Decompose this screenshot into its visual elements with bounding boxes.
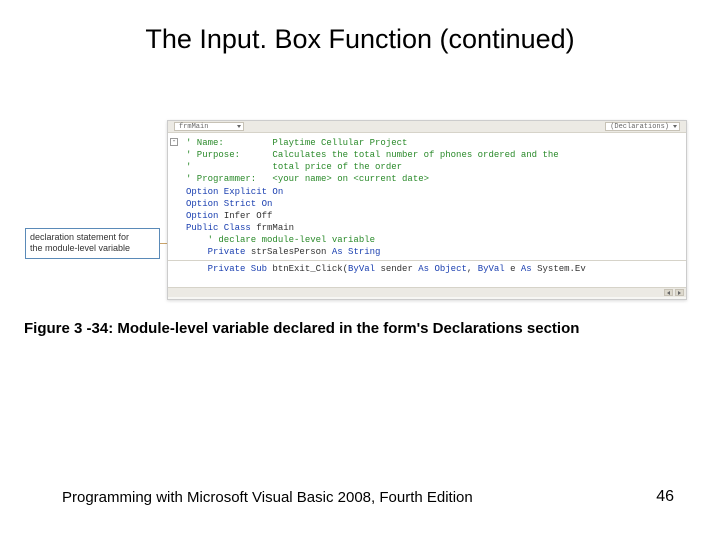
page-number: 46 — [656, 488, 674, 506]
member-dropdown[interactable]: (Declarations) — [605, 122, 680, 131]
editor-topbar: frmMain (Declarations) — [168, 121, 686, 133]
callout-line-1: declaration statement for — [30, 232, 155, 243]
code-line: Private Sub btnExit_Click(ByVal sender A… — [186, 263, 678, 275]
code-line: ' Programmer: <your name> on <current da… — [186, 173, 678, 185]
callout-box: declaration statement for the module-lev… — [25, 228, 160, 259]
scroll-left-icon[interactable] — [664, 289, 673, 296]
code-line: ' declare module-level variable — [186, 234, 678, 246]
code-viewport: - ' Name: Playtime Cellular Project ' Pu… — [168, 133, 686, 287]
code-outline: - — [170, 137, 180, 287]
figure-area: declaration statement for the module-lev… — [20, 120, 700, 310]
code-editor: frmMain (Declarations) - ' Name: Playtim… — [167, 120, 687, 300]
section-divider — [168, 260, 686, 261]
code-line: ' Name: Playtime Cellular Project — [186, 137, 678, 149]
slide-title: The Input. Box Function (continued) — [0, 24, 720, 55]
code-line: Private strSalesPerson As String — [186, 246, 678, 258]
footer-text: Programming with Microsoft Visual Basic … — [62, 489, 473, 506]
code-line: ' total price of the order — [186, 161, 678, 173]
code-line: Option Infer Off — [186, 210, 678, 222]
callout-line-2: the module-level variable — [30, 243, 155, 254]
code-line: Option Strict On — [186, 198, 678, 210]
collapse-icon[interactable]: - — [170, 138, 178, 146]
class-dropdown[interactable]: frmMain — [174, 122, 244, 131]
scroll-right-icon[interactable] — [675, 289, 684, 296]
figure-caption: Figure 3 -34: Module-level variable decl… — [24, 320, 696, 337]
code-line: Public Class frmMain — [186, 222, 678, 234]
code-line: Option Explicit On — [186, 186, 678, 198]
code-line: ' Purpose: Calculates the total number o… — [186, 149, 678, 161]
horizontal-scrollbar[interactable] — [168, 287, 686, 297]
